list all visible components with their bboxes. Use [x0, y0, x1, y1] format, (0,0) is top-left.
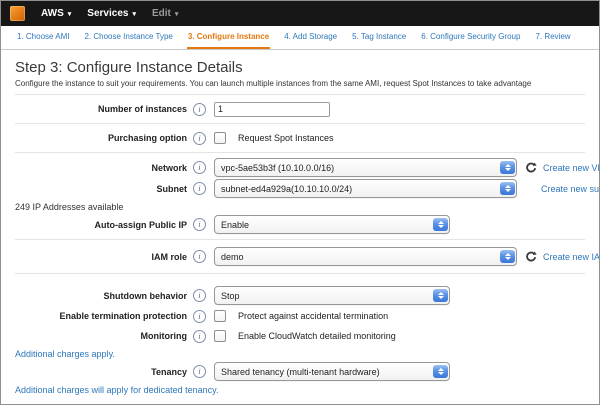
network-select[interactable]: vpc-5ae53b3f (10.10.0.0/16) [214, 158, 517, 177]
auto-assign-public-ip-value: Enable [221, 220, 249, 230]
top-nav-bar: AWS ▾ Services ▾ Edit ▾ [1, 1, 599, 26]
monitoring-checkbox-label: Enable CloudWatch detailed monitoring [238, 331, 396, 341]
info-icon[interactable]: i [193, 250, 206, 263]
menu-edit[interactable]: Edit ▾ [152, 8, 178, 19]
row-purchasing-option: Purchasing option i Request Spot Instanc… [15, 129, 585, 147]
main-content: Step 3: Configure Instance Details Confi… [1, 50, 599, 396]
divider [15, 123, 585, 124]
divider [15, 239, 585, 240]
row-number-of-instances: Number of instances i [15, 100, 585, 118]
info-icon[interactable]: i [193, 161, 206, 174]
network-select-value: vpc-5ae53b3f (10.10.0.0/16) [221, 163, 334, 173]
termination-protection-checkbox[interactable] [214, 310, 226, 322]
app-window: AWS ▾ Services ▾ Edit ▾ 1. Choose AMI 2.… [0, 0, 600, 405]
select-arrows-icon [500, 161, 515, 174]
purchasing-option-label: Purchasing option [15, 133, 187, 143]
menu-aws-label: AWS [41, 8, 64, 19]
termination-protection-label: Enable termination protection [15, 311, 187, 321]
row-iam-role: IAM role i demo Create new IAM role [15, 247, 585, 266]
menu-services-label: Services [87, 8, 128, 19]
auto-assign-public-ip-select[interactable]: Enable [214, 215, 450, 234]
menu-edit-label: Edit [152, 8, 171, 19]
monitoring-charges-link[interactable]: Additional charges apply. [15, 349, 115, 359]
subnet-select-value: subnet-ed4a929a(10.10.10.0/24) [221, 184, 352, 194]
aws-logo-icon [10, 6, 25, 21]
shutdown-behavior-label: Shutdown behavior [15, 291, 187, 301]
monitoring-label: Monitoring [15, 331, 187, 341]
info-icon[interactable]: i [193, 310, 206, 323]
refresh-icon[interactable] [525, 162, 537, 174]
monitoring-charges-note-row: Additional charges apply. [15, 347, 585, 360]
divider [15, 273, 585, 274]
info-icon[interactable]: i [193, 330, 206, 343]
subnet-label: Subnet [15, 184, 187, 194]
info-icon[interactable]: i [193, 218, 206, 231]
create-new-vpc-link[interactable]: Create new VPC [543, 163, 600, 173]
create-new-subnet-link[interactable]: Create new subnet [541, 184, 600, 194]
request-spot-instances-label: Request Spot Instances [238, 133, 334, 143]
tenancy-label: Tenancy [15, 367, 187, 377]
row-auto-assign-public-ip: Auto-assign Public IP i Enable [15, 215, 585, 234]
step-configure-instance[interactable]: 3. Configure Instance [187, 26, 270, 49]
info-icon[interactable]: i [193, 182, 206, 195]
step-review[interactable]: 7. Review [534, 26, 571, 49]
select-arrows-icon [500, 250, 515, 263]
menu-services[interactable]: Services ▾ [87, 8, 136, 19]
tenancy-charges-link[interactable]: Additional charges will apply for dedica… [15, 385, 218, 395]
select-arrows-icon [433, 218, 448, 231]
info-icon[interactable]: i [193, 365, 206, 378]
row-network: Network i vpc-5ae53b3f (10.10.0.0/16) Cr… [15, 158, 585, 177]
request-spot-instances-checkbox[interactable] [214, 132, 226, 144]
subnet-availability-note-row: 249 IP Addresses available [15, 200, 585, 213]
row-monitoring: Monitoring i Enable CloudWatch detailed … [15, 327, 585, 345]
tenancy-select-value: Shared tenancy (multi-tenant hardware) [221, 367, 380, 377]
row-shutdown-behavior: Shutdown behavior i Stop [15, 286, 585, 305]
tenancy-charges-note-row: Additional charges will apply for dedica… [15, 383, 585, 396]
iam-role-select[interactable]: demo [214, 247, 517, 266]
step-tag-instance[interactable]: 5. Tag Instance [351, 26, 407, 49]
select-arrows-icon [433, 289, 448, 302]
network-label: Network [15, 163, 187, 173]
caret-down-icon: ▾ [68, 11, 72, 18]
iam-role-label: IAM role [15, 252, 187, 262]
menu-aws[interactable]: AWS ▾ [41, 8, 71, 19]
monitoring-checkbox[interactable] [214, 330, 226, 342]
step-configure-security-group[interactable]: 6. Configure Security Group [420, 26, 521, 49]
info-icon[interactable]: i [193, 103, 206, 116]
number-of-instances-input[interactable] [214, 102, 330, 117]
page-title: Step 3: Configure Instance Details [15, 59, 585, 76]
row-subnet: Subnet i subnet-ed4a929a(10.10.10.0/24) … [15, 179, 585, 198]
subnet-select[interactable]: subnet-ed4a929a(10.10.10.0/24) [214, 179, 517, 198]
step-choose-instance-type[interactable]: 2. Choose Instance Type [83, 26, 173, 49]
page-description: Configure the instance to suit your requ… [15, 79, 585, 88]
info-icon[interactable]: i [193, 289, 206, 302]
select-arrows-icon [500, 182, 515, 195]
divider [15, 94, 585, 95]
step-add-storage[interactable]: 4. Add Storage [283, 26, 338, 49]
auto-assign-public-ip-label: Auto-assign Public IP [15, 220, 187, 230]
create-new-iam-role-link[interactable]: Create new IAM role [543, 252, 600, 262]
refresh-icon[interactable] [525, 251, 537, 263]
wizard-steps: 1. Choose AMI 2. Choose Instance Type 3.… [1, 26, 599, 50]
tenancy-select[interactable]: Shared tenancy (multi-tenant hardware) [214, 362, 450, 381]
termination-protection-checkbox-label: Protect against accidental termination [238, 311, 388, 321]
caret-down-icon: ▾ [175, 11, 179, 18]
row-tenancy: Tenancy i Shared tenancy (multi-tenant h… [15, 362, 585, 381]
subnet-availability-note: 249 IP Addresses available [15, 202, 123, 212]
step-choose-ami[interactable]: 1. Choose AMI [16, 26, 70, 49]
info-icon[interactable]: i [193, 132, 206, 145]
caret-down-icon: ▾ [132, 11, 136, 18]
iam-role-value: demo [221, 252, 244, 262]
row-termination-protection: Enable termination protection i Protect … [15, 307, 585, 325]
shutdown-behavior-value: Stop [221, 291, 240, 301]
divider [15, 152, 585, 153]
select-arrows-icon [433, 365, 448, 378]
number-of-instances-label: Number of instances [15, 104, 187, 114]
shutdown-behavior-select[interactable]: Stop [214, 286, 450, 305]
